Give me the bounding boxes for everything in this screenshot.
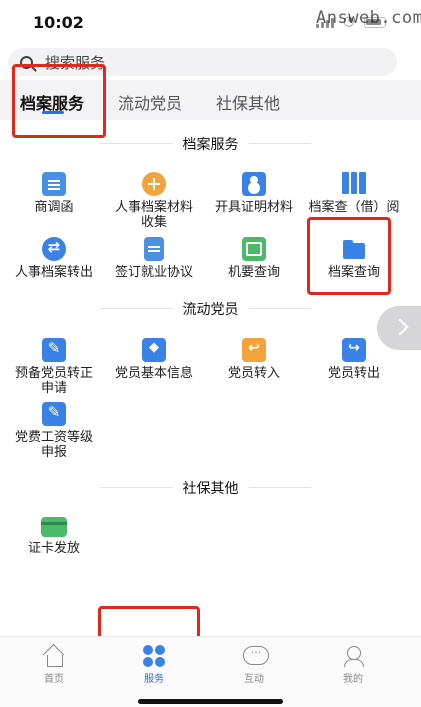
- service-dues-wage-declaration[interactable]: 党费工资等级申报: [4, 402, 104, 460]
- service-business-transfer-letter[interactable]: 商调函: [4, 172, 104, 215]
- status-time: 10:02: [33, 13, 84, 32]
- edit-card-icon: [42, 338, 66, 362]
- service-card-issuance[interactable]: 证卡发放: [4, 515, 104, 556]
- tabbar-item-home[interactable]: 首页: [24, 645, 84, 685]
- service-archive-query[interactable]: 档案查询: [304, 237, 404, 280]
- tabbar-item-services[interactable]: 服务: [124, 645, 184, 685]
- grid-icon: [143, 645, 165, 667]
- plus-circle-icon: [142, 172, 166, 196]
- document-icon: [42, 172, 66, 196]
- service-archive-borrow[interactable]: 档案查（借）阅: [304, 172, 404, 215]
- transfer-in-icon: [242, 338, 266, 362]
- file-cabinet-icon: [342, 172, 367, 196]
- transfer-out-icon: [342, 338, 366, 362]
- search-icon: [20, 55, 33, 69]
- person-card-icon: [242, 172, 266, 196]
- category-tabs: 档案服务 流动党员 社保其他: [0, 80, 421, 120]
- service-probationary-member-regularization[interactable]: 预备党员转正申请: [4, 338, 104, 396]
- card-icon: [41, 517, 67, 537]
- service-member-transfer-in[interactable]: 党员转入: [204, 338, 304, 381]
- tab-social-security-other[interactable]: 社保其他: [216, 90, 280, 114]
- section-title-social-security: 社保其他: [0, 478, 421, 498]
- service-confidential-query[interactable]: 机要查询: [204, 237, 304, 280]
- home-icon: [43, 645, 65, 667]
- search-placeholder: 搜索服务: [45, 53, 106, 72]
- service-archive-transfer-out[interactable]: 人事档案转出: [4, 237, 104, 280]
- layers-icon: [142, 338, 166, 362]
- bottom-tab-bar: 首页 服务 互动 我的: [0, 636, 421, 707]
- service-archive-material-collection[interactable]: 人事档案材料收集: [104, 172, 204, 230]
- chat-icon: [243, 645, 269, 667]
- envelope-icon: [242, 237, 266, 261]
- service-member-basic-info[interactable]: 党员基本信息: [104, 338, 204, 381]
- search-input[interactable]: 搜索服务: [8, 48, 397, 76]
- pen-icon: [42, 402, 66, 426]
- folder-icon: [342, 237, 366, 261]
- profile-icon: [342, 645, 364, 667]
- service-issue-certificate[interactable]: 开具证明材料: [204, 172, 304, 215]
- active-tab-indicator: [42, 111, 64, 114]
- sheet-icon: [144, 237, 164, 261]
- tab-mobile-party-members[interactable]: 流动党员: [118, 90, 182, 114]
- side-expand-button[interactable]: [377, 306, 421, 350]
- tabbar-item-profile[interactable]: 我的: [323, 645, 383, 685]
- home-indicator: [138, 699, 283, 704]
- service-sign-employment-agreement[interactable]: 签订就业协议: [104, 237, 204, 280]
- tabbar-item-interaction[interactable]: 互动: [224, 645, 284, 685]
- section-title-archive: 档案服务: [0, 134, 421, 154]
- section-title-party: 流动党员: [0, 299, 421, 319]
- transfer-icon: [42, 237, 66, 261]
- watermark: Answeb.com: [316, 8, 421, 28]
